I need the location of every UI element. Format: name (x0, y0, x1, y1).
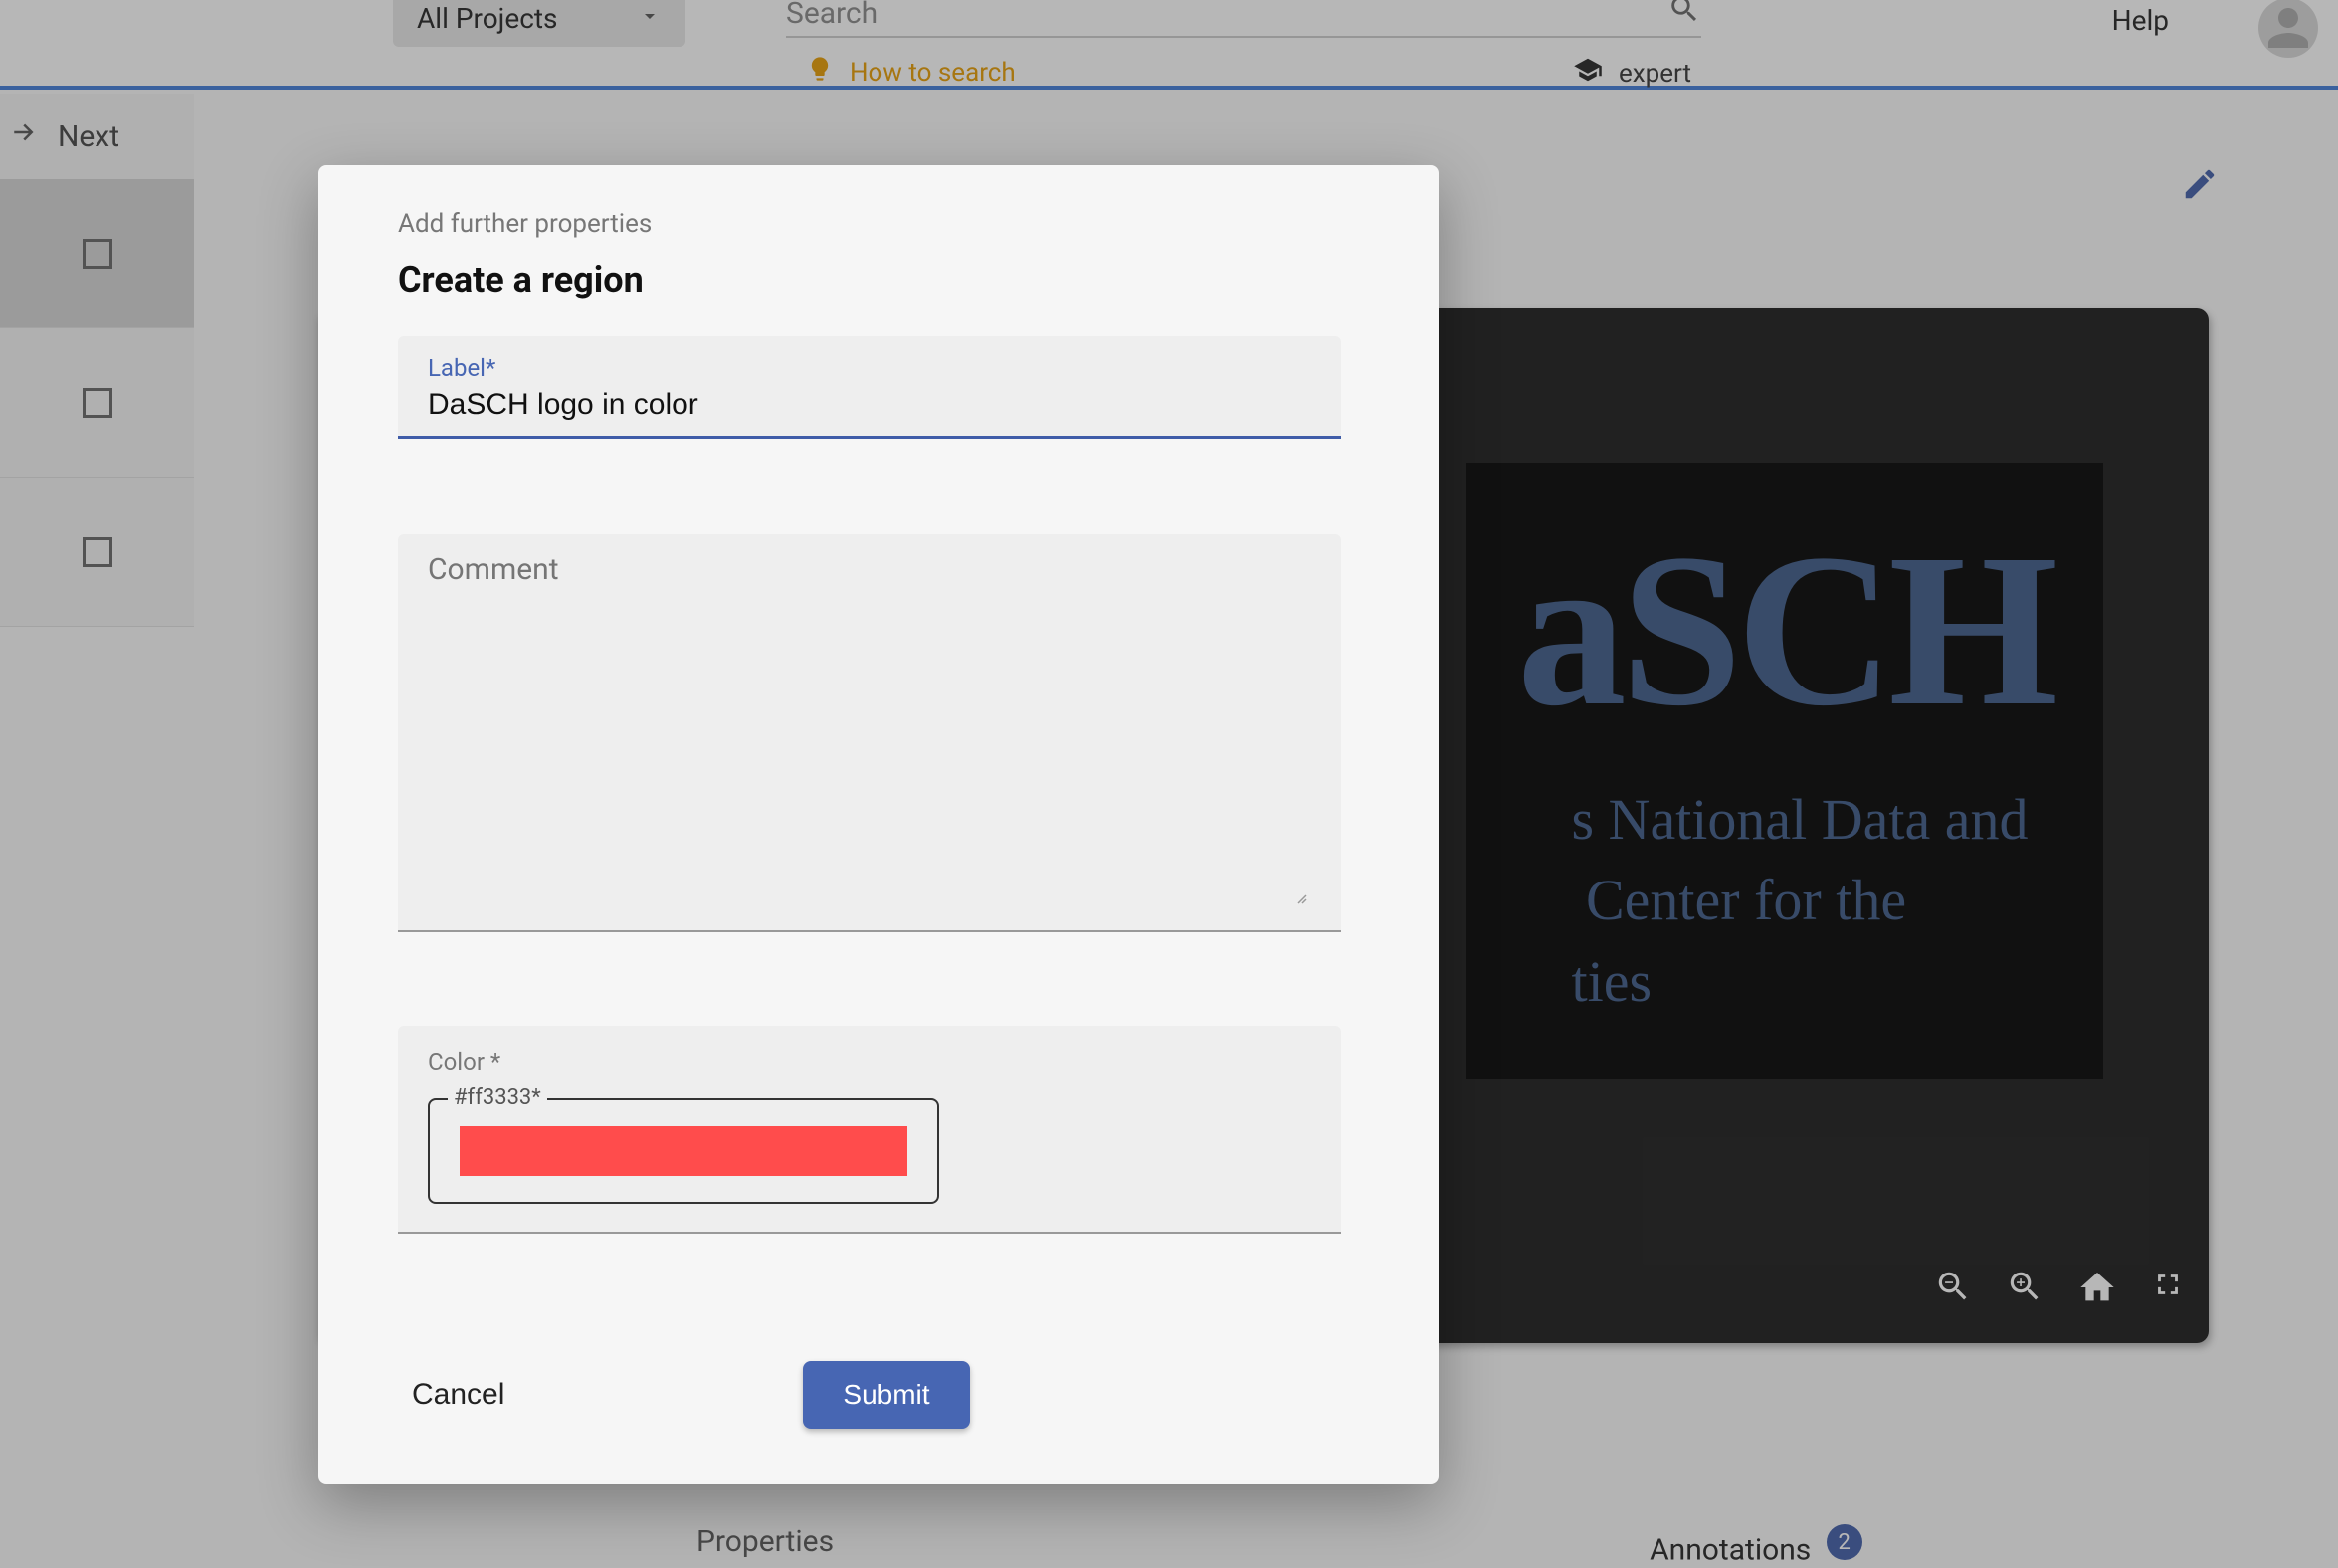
color-field-label: Color * (428, 1048, 1311, 1076)
label-field[interactable]: Label* (398, 336, 1341, 439)
color-swatch[interactable] (460, 1126, 907, 1176)
cancel-button[interactable]: Cancel (412, 1378, 504, 1412)
color-picker[interactable] (428, 1098, 939, 1204)
label-input[interactable] (428, 388, 1311, 422)
resize-handle-icon[interactable] (1291, 888, 1307, 908)
color-hex-label: #ff3333* (448, 1085, 547, 1110)
submit-button[interactable]: Submit (803, 1361, 969, 1429)
dialog-actions: Cancel Submit (398, 1361, 1359, 1429)
dialog-title: Create a region (398, 259, 1359, 300)
color-field: Color * #ff3333* (398, 1026, 1341, 1234)
comment-textarea[interactable] (428, 552, 1311, 916)
comment-field[interactable] (398, 534, 1341, 932)
dialog-subheading: Add further properties (398, 209, 1359, 239)
create-region-dialog: Add further properties Create a region L… (318, 165, 1439, 1484)
label-field-tag: Label* (428, 354, 1311, 382)
